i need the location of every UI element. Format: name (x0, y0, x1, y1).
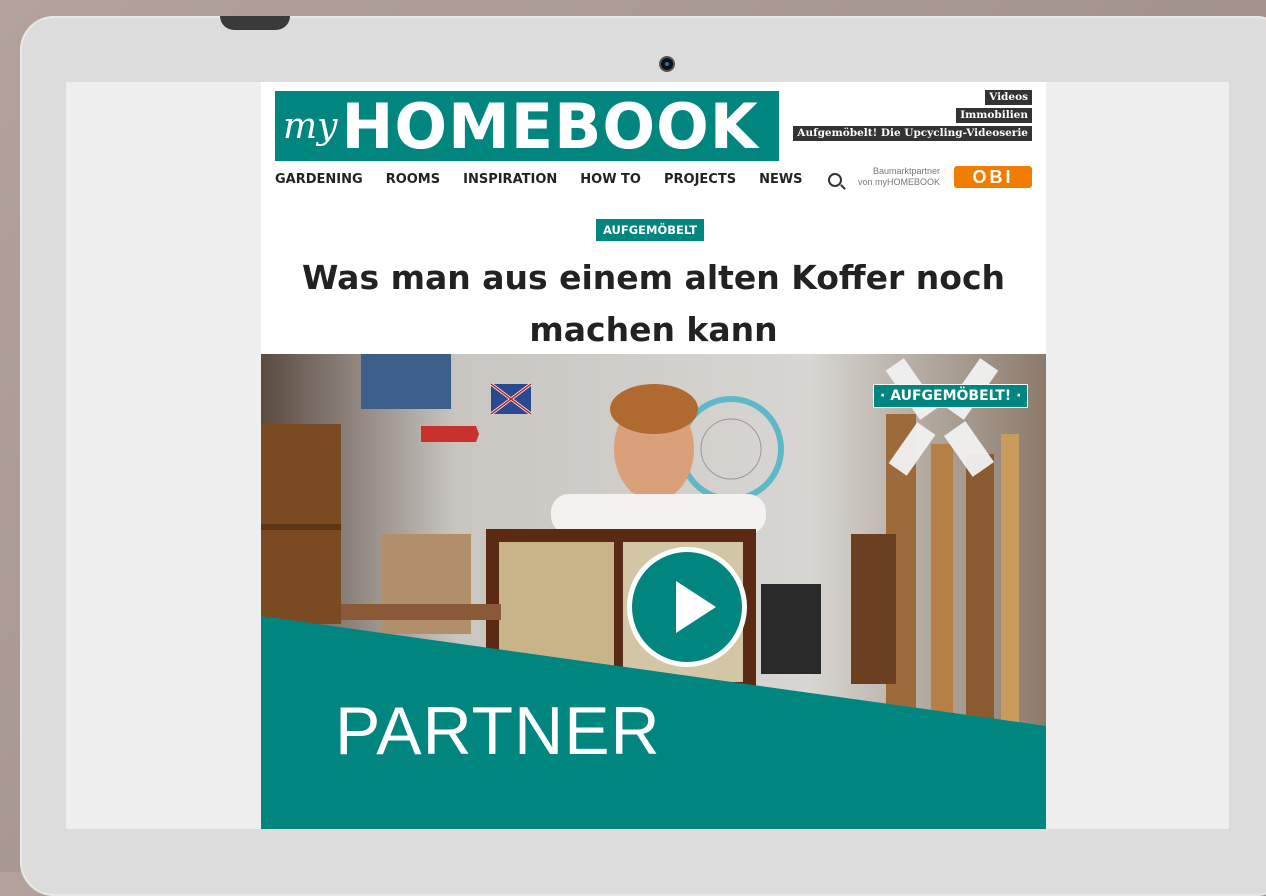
toplink-immobilien[interactable]: Immobilien (956, 108, 1032, 123)
video-player[interactable]: · AUFGEMÖBELT! · PARTNER (261, 354, 1046, 829)
nav-inspiration[interactable]: INSPIRATION (463, 172, 557, 187)
nav-news[interactable]: NEWS (759, 172, 802, 187)
nav-how-to[interactable]: HOW TO (580, 172, 641, 187)
logo-my: my (283, 105, 338, 147)
screen: my HOMEBOOK Videos Immobilien Aufgemöbel… (66, 82, 1229, 829)
partner-overlay-text: PARTNER (335, 693, 661, 769)
main-nav: GARDENING ROOMS INSPIRATION HOW TO PROJE… (275, 172, 842, 187)
nav-projects[interactable]: PROJECTS (664, 172, 736, 187)
hardware-partner-note: Baumarktpartner von myHOMEBOOK (858, 166, 940, 188)
article-headline: Was man aus einem alten Koffer noch mach… (261, 252, 1046, 356)
toplink-videos[interactable]: Videos (985, 90, 1032, 105)
aufgemoebelt-badge: · AUFGEMÖBELT! · (873, 384, 1029, 408)
logo-homebook: HOMEBOOK (341, 89, 759, 163)
webcam (661, 58, 673, 70)
web-page: my HOMEBOOK Videos Immobilien Aufgemöbel… (261, 82, 1046, 829)
nav-rooms[interactable]: ROOMS (386, 172, 440, 187)
partner-note-line2: von myHOMEBOOK (858, 177, 941, 187)
top-clip (220, 16, 290, 30)
top-links: Videos Immobilien Aufgemöbelt! Die Upcyc… (793, 90, 1032, 141)
search-icon[interactable] (827, 172, 842, 187)
partner-note-line1: Baumarktpartner (872, 166, 941, 176)
site-logo[interactable]: my HOMEBOOK (275, 89, 779, 163)
headline-line-2: machen kann (529, 310, 778, 349)
obi-logo[interactable]: OBI (954, 166, 1032, 188)
toplink-aufgemoebelt-series[interactable]: Aufgemöbelt! Die Upcycling-Videoserie (793, 126, 1032, 141)
headline-line-1: Was man aus einem alten Koffer noch (301, 258, 1006, 297)
article-category-tag[interactable]: AUFGEMÖBELT (596, 219, 705, 241)
nav-gardening[interactable]: GARDENING (275, 172, 363, 187)
play-button[interactable] (627, 547, 747, 667)
